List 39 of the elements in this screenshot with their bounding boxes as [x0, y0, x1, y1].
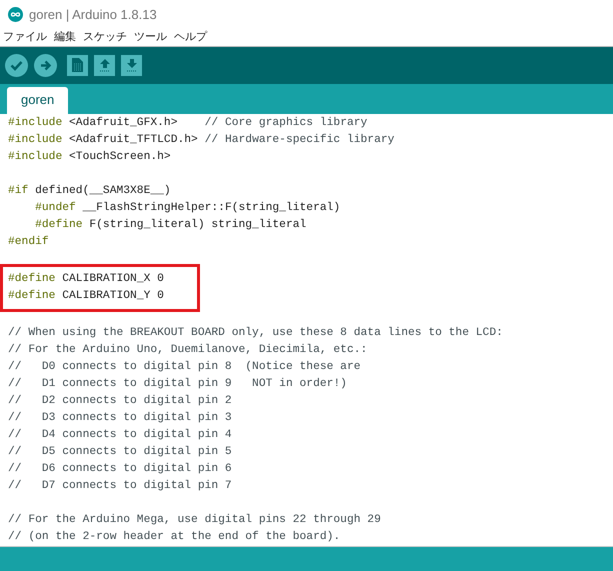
code-line: #define CALIBRATION_Y 0	[8, 288, 164, 304]
menu-item[interactable]: ヘルプ	[174, 29, 207, 46]
code-line: // D4 connects to digital pin 4	[8, 428, 232, 443]
save-button[interactable]	[121, 54, 142, 76]
code-line: #undef __FlashStringHelper::F(string_literal)	[34, 200, 340, 216]
code-line: // For the Arduino Uno, Duemilanove, Diecimila, etc.:	[8, 342, 368, 358]
code-line: #define F(string_literal) string_literal	[34, 218, 306, 233]
code-line: // D2 connects to digital pin 2	[8, 394, 232, 409]
code-line: // D7 connects to digital pin 7	[8, 478, 232, 494]
upload-button[interactable]	[34, 54, 57, 77]
check-icon	[10, 60, 23, 71]
new-sketch-button[interactable]	[67, 54, 88, 76]
open-button[interactable]	[94, 54, 115, 76]
code-line: // When using the BREAKOUT BOARD only, use these 8 data lines to the LCD:	[8, 326, 503, 341]
menu-item[interactable]: 編集	[54, 29, 76, 46]
menu-item[interactable]: スケッチ	[83, 29, 127, 46]
verify-button[interactable]	[5, 54, 28, 77]
arrow-down-icon	[126, 58, 138, 72]
code-line: // D3 connects to digital pin 3	[8, 410, 232, 426]
code-line: // D5 connects to digital pin 5	[8, 444, 232, 460]
code-line: #endif	[8, 234, 49, 250]
app-logo-icon	[8, 7, 23, 22]
code-line: #include <TouchScreen.h>	[8, 150, 171, 165]
code-line: #include <Adafruit_GFX.h> // Core graphics library	[8, 116, 368, 131]
document-icon	[72, 58, 83, 72]
menu-item[interactable]: ファイル	[3, 29, 47, 46]
sketch-tab[interactable]: goren	[7, 86, 68, 114]
menu-item[interactable]: ツール	[134, 29, 167, 46]
code-line: // D6 connects to digital pin 6	[8, 462, 232, 477]
window-title: goren | Arduino 1.8.13	[29, 6, 157, 24]
arrow-up-icon	[98, 58, 110, 72]
code-line: #if defined(__SAM3X8E__)	[8, 184, 171, 199]
code-line: // D1 connects to digital pin 9 NOT in order!)	[8, 376, 347, 392]
code-line: // D0 connects to digital pin 8 (Notice these are	[8, 360, 361, 375]
arrow-right-icon	[40, 60, 52, 71]
code-line: // For the Arduino Mega, use digital pins 22 through 29	[8, 512, 381, 528]
code-line: #define CALIBRATION_X 0	[8, 272, 164, 287]
code-line: #include <Adafruit_TFTLCD.h> // Hardware-specific library	[8, 132, 394, 148]
code-line: // (on the 2-row header at the end of the board).	[8, 530, 340, 545]
